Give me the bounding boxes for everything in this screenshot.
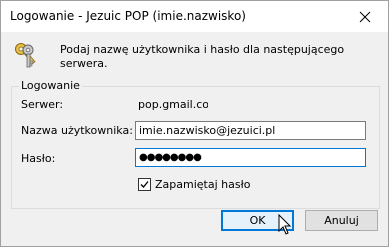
username-label: Nazwa użytkownika: [21, 124, 133, 137]
keys-icon [15, 43, 36, 68]
username-field[interactable]: imie.nazwisko@jezuici.pl [135, 121, 366, 140]
close-icon [359, 11, 371, 23]
password-field[interactable]: ●●●●●●●● [135, 148, 366, 167]
close-button[interactable] [342, 1, 388, 32]
remember-password-checkbox[interactable] [138, 178, 151, 191]
server-value: pop.gmail.com [138, 98, 208, 111]
password-label: Hasło: [21, 152, 56, 165]
window-title: Logowanie - Jezuic POP (imie.nazwisko) [10, 9, 246, 23]
prompt-text: Podaj nazwę użytkownika i hasło dla nast… [60, 43, 345, 70]
checkmark-icon [140, 181, 149, 188]
login-dialog: Logowanie - Jezuic POP (imie.nazwisko) P… [0, 0, 389, 247]
mouse-pointer-icon [278, 214, 292, 235]
dialog-body: Podaj nazwę użytkownika i hasło dla nast… [1, 32, 388, 246]
cancel-button[interactable]: Anuluj [305, 210, 378, 231]
login-groupbox: Logowanie Serwer: pop.gmail.com Nazwa uż… [11, 79, 380, 209]
group-legend: Logowanie [19, 79, 82, 92]
remember-password-label[interactable]: Zapamiętaj hasło [155, 178, 250, 191]
username-value: imie.nazwisko@jezuici.pl [139, 124, 276, 137]
password-value: ●●●●●●●● [139, 152, 202, 163]
server-label: Serwer: [21, 98, 64, 111]
title-bar: Logowanie - Jezuic POP (imie.nazwisko) [1, 1, 388, 32]
